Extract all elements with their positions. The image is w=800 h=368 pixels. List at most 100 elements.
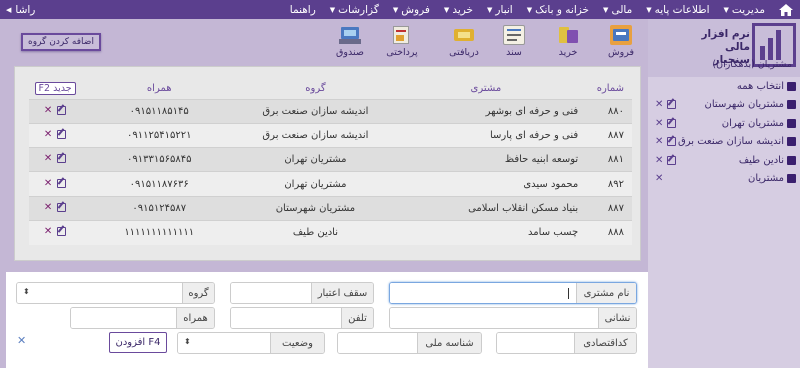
delete-icon[interactable]: ✕ [44, 105, 52, 116]
table-row[interactable]: ۸۸۷ فنی و حرفه ای پارسا اندیشه سازان صنع… [29, 122, 632, 148]
address-input[interactable] [390, 308, 598, 328]
user-menu[interactable]: ◀ راشا [6, 0, 35, 19]
tool-label: دریافتی [449, 47, 479, 58]
add-group-button[interactable]: اضافه کردن گروه [21, 33, 101, 51]
status-select-field: وضعیت ⬍ [177, 332, 325, 354]
menu-reports[interactable]: گزارشات ▼ [323, 4, 386, 16]
home-icon [779, 3, 793, 16]
group-item[interactable]: مشتریان تهران ✕ [648, 114, 800, 133]
credit-limit-field: سقف اعتبار [230, 282, 374, 304]
address-field: نشانی [389, 307, 637, 329]
menu-help[interactable]: راهنما [283, 4, 323, 16]
close-icon[interactable]: ✕ [17, 334, 26, 347]
delete-icon[interactable]: ✕ [655, 173, 663, 184]
edit-icon[interactable] [667, 137, 677, 147]
status-select[interactable]: ⬍ [178, 333, 270, 353]
phone-field: تلفن [230, 307, 374, 329]
delete-icon[interactable]: ✕ [655, 155, 663, 166]
group-item[interactable]: اندیشه سازان صنعت برق ✕ [648, 133, 800, 152]
delete-icon[interactable]: ✕ [44, 202, 52, 213]
economic-code-input[interactable] [497, 333, 574, 353]
delete-icon[interactable]: ✕ [44, 226, 52, 237]
tool-payment[interactable]: پرداختی [385, 25, 419, 61]
group-item[interactable]: مشتریان شهرستان ✕ [648, 96, 800, 115]
edit-icon[interactable] [57, 129, 67, 139]
caret-down-icon: ▼ [329, 5, 336, 14]
edit-icon[interactable] [667, 155, 677, 165]
col-group[interactable]: گروه [237, 79, 393, 99]
delete-icon[interactable]: ✕ [44, 153, 52, 164]
cell-group: مشتریان تهران [237, 171, 394, 197]
edit-icon[interactable] [57, 178, 67, 188]
menu-purchase[interactable]: خرید ▼ [437, 4, 480, 16]
delete-icon[interactable]: ✕ [44, 129, 52, 140]
edit-icon[interactable] [667, 118, 677, 128]
menu-base-info[interactable]: اطلاعات پایه ▼ [639, 4, 716, 16]
edit-icon[interactable] [57, 105, 67, 115]
select-arrows-icon: ⬍ [23, 287, 30, 296]
delete-icon[interactable]: ✕ [655, 99, 663, 110]
customers-table: شماره مشتری گروه همراه جدید F2 ۸۸۰ فنی و… [29, 79, 632, 245]
group-item[interactable]: نادین طیف ✕ [648, 151, 800, 170]
table-row[interactable]: ۸۹۲ محمود سیدی مشتریان تهران ۰۹۱۵۱۱۸۷۶۳۶… [29, 171, 632, 197]
tool-cashbox[interactable]: صندوق [333, 25, 367, 61]
purchase-icon [557, 25, 579, 45]
table-row[interactable]: ۸۸۸ چسب سامد نادین طیف ۱۱۱۱۱۱۱۱۱۱۱۱۱ ✕ [29, 219, 632, 245]
cell-group: نادین طیف [237, 219, 394, 245]
delete-icon[interactable]: ✕ [44, 178, 52, 189]
sidebar: نرم افزار مالی سنجیار مشتریان (بدهکاران)… [648, 19, 800, 368]
checkbox[interactable] [787, 137, 796, 147]
cell-number: ۸۸۷ [586, 195, 632, 221]
menu-finance[interactable]: مالی ▼ [596, 4, 639, 16]
checkbox[interactable] [787, 155, 796, 165]
tool-purchase[interactable]: خرید [551, 25, 585, 61]
menu-management[interactable]: مدیریت ▼ [717, 4, 772, 16]
customer-name-input[interactable] [390, 283, 576, 303]
mobile-field: همراه [70, 307, 215, 329]
table-row[interactable]: ۸۸۷ بنیاد مسکن انقلاب اسلامی مشتریان شهر… [29, 195, 632, 221]
cell-group: اندیشه سازان صنعت برق [237, 122, 394, 148]
edit-icon[interactable] [57, 154, 67, 164]
checkbox[interactable] [787, 174, 796, 184]
caret-down-icon: ▼ [723, 5, 729, 14]
edit-icon[interactable] [667, 100, 677, 110]
col-number[interactable]: شماره [586, 79, 632, 99]
new-customer-button[interactable]: جدید F2 [34, 82, 76, 96]
select-all-groups[interactable]: انتخاب همه [648, 77, 800, 96]
group-select[interactable]: ⬍ [17, 283, 182, 303]
menu-sales[interactable]: فروش ▼ [386, 4, 437, 16]
checkbox[interactable] [787, 81, 796, 91]
tool-receipt[interactable]: دریافتی [447, 25, 481, 61]
col-customer[interactable]: مشتری [394, 79, 587, 99]
cell-mobile: ۰۹۱۵۱۱۸۵۱۴۵ [81, 98, 238, 124]
edit-icon[interactable] [57, 202, 67, 212]
col-mobile[interactable]: همراه [81, 79, 237, 99]
cell-customer: چسب سامد [393, 219, 587, 245]
menu-treasury[interactable]: خزانه و بانک ▼ [520, 4, 596, 16]
add-customer-button[interactable]: افزودن F4 [109, 332, 167, 353]
table-header-row: شماره مشتری گروه همراه جدید F2 [29, 79, 632, 99]
mobile-input[interactable] [71, 308, 176, 328]
table-row[interactable]: ۸۸۱ توسعه ابنیه حافظ مشتریان تهران ۰۹۱۳۳… [29, 147, 632, 172]
phone-input[interactable] [231, 308, 341, 328]
edit-icon[interactable] [57, 227, 67, 237]
group-item[interactable]: مشتریان ✕ [648, 170, 800, 189]
checkbox[interactable] [787, 100, 796, 110]
menu-warehouse[interactable]: انبار ▼ [480, 4, 520, 16]
table-row[interactable]: ۸۸۰ فنی و حرفه ای بوشهر اندیشه سازان صنع… [29, 98, 632, 124]
delete-icon[interactable]: ✕ [655, 118, 663, 129]
national-id-input[interactable] [338, 333, 417, 353]
field-label: نام مشتری [576, 283, 636, 303]
cell-actions: ✕ [29, 122, 82, 148]
payment-icon [391, 25, 413, 45]
delete-icon[interactable]: ✕ [655, 136, 663, 147]
tool-sale[interactable]: فروش [604, 25, 638, 61]
customer-name-field: نام مشتری [389, 282, 637, 304]
cell-customer: توسعه ابنیه حافظ [393, 147, 587, 172]
home-button[interactable] [772, 0, 800, 19]
checkbox[interactable] [787, 118, 796, 128]
credit-limit-input[interactable] [231, 283, 311, 303]
cell-mobile: ۰۹۱۳۳۱۵۶۵۸۴۵ [81, 147, 238, 172]
tool-document[interactable]: سند [497, 25, 531, 61]
receipt-icon [453, 25, 475, 45]
